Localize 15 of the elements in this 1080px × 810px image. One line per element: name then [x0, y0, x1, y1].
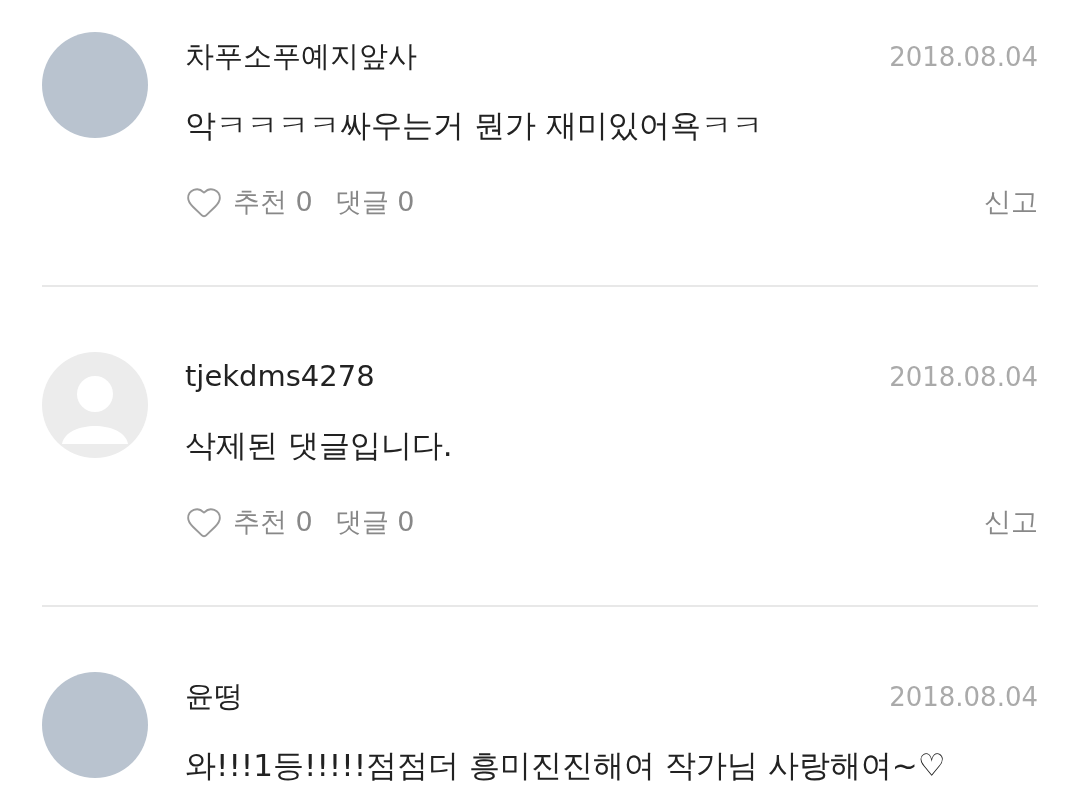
comment-text: 삭제된 댓글입니다.	[185, 425, 453, 465]
comment-date: 2018.08.04	[889, 40, 1038, 74]
like-button[interactable]: 추천 0	[185, 501, 313, 543]
reply-button[interactable]: 댓글 0	[334, 501, 415, 543]
comment-date: 2018.08.04	[889, 680, 1038, 714]
comment-date: 2018.08.04	[889, 360, 1038, 394]
like-button[interactable]: 추천 0	[185, 181, 313, 223]
reply-button[interactable]: 댓글 0	[334, 181, 415, 223]
report-button[interactable]: 신고	[984, 501, 1038, 543]
report-button[interactable]: 신고	[984, 181, 1038, 223]
username[interactable]: 차푸소푸예지앞사	[185, 35, 417, 79]
comment-text: 악ㅋㅋㅋㅋ싸우는거 뭔가 재미있어욕ㅋㅋ	[185, 105, 763, 145]
username[interactable]: 윤떵	[185, 675, 243, 719]
username[interactable]: tjekdms4278	[185, 355, 375, 399]
comment-text: 와!!!1등!!!!!점점더 흥미진진해여 작가님 사랑해여~♡	[185, 745, 946, 785]
